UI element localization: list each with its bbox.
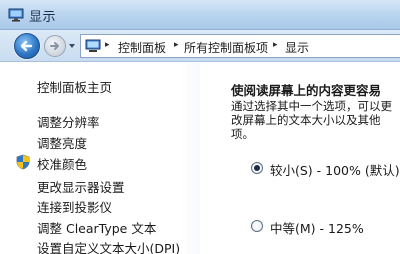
monitor-icon [8, 8, 24, 22]
sidebar-item-adjust-cleartype[interactable]: 调整 ClearType 文本 [37, 218, 156, 237]
breadcrumb-control-panel[interactable]: 控制面板 [118, 39, 166, 56]
sidebar-item-adjust-resolution[interactable]: 调整分辨率 [37, 112, 100, 131]
back-button[interactable] [14, 33, 40, 59]
navigation-bar: ▸ 控制面板 ▸ 所有控制面板项 ▸ 显示 [0, 30, 400, 62]
option-medium-radio[interactable] [251, 220, 263, 232]
main-content: 使阅读屏幕上的内容更容易 通过选择其中一个选项，可以更改屏幕上的文本大小以及其他… [200, 63, 400, 254]
recent-pages-dropdown-icon[interactable] [68, 42, 76, 50]
title-bar: 显示 [0, 0, 400, 30]
sidebar-item-adjust-brightness[interactable]: 调整亮度 [37, 133, 87, 152]
breadcrumb-separator[interactable]: ▸ [105, 40, 110, 50]
section-description: 通过选择其中一个选项，可以更改屏幕上的文本大小以及其他项。 [231, 99, 392, 141]
control-panel-icon [85, 39, 101, 52]
section-title: 使阅读屏幕上的内容更容易 [231, 83, 382, 98]
shield-icon [16, 154, 30, 170]
window-title: 显示 [29, 10, 57, 25]
forward-arrow-icon [50, 42, 59, 50]
sidebar-item-custom-text-size[interactable]: 设置自定义文本大小(DPI) [37, 238, 180, 254]
back-arrow-icon [20, 40, 33, 52]
option-smaller-radio[interactable] [251, 162, 263, 174]
sidebar-item-connect-projector[interactable]: 连接到投影仪 [37, 197, 112, 216]
breadcrumb-all-items[interactable]: 所有控制面板项 [184, 39, 268, 56]
breadcrumb-separator[interactable]: ▸ [174, 40, 179, 50]
sidebar: 控制面板主页 调整分辨率 调整亮度 校准颜色 更改显示器设置 连接到投影仪 调整… [0, 63, 200, 254]
sidebar-item-calibrate-color[interactable]: 校准颜色 [37, 154, 87, 173]
option-smaller-label[interactable]: 较小(S) - 100% (默认) [270, 160, 400, 179]
breadcrumb-display[interactable]: 显示 [285, 39, 309, 56]
sidebar-item-control-panel-home[interactable]: 控制面板主页 [37, 77, 112, 96]
forward-button[interactable] [44, 35, 66, 57]
option-medium-label[interactable]: 中等(M) - 125% [270, 218, 364, 237]
sidebar-item-change-display-settings[interactable]: 更改显示器设置 [37, 177, 125, 196]
breadcrumb-separator[interactable]: ▸ [273, 40, 278, 50]
address-bar[interactable]: ▸ 控制面板 ▸ 所有控制面板项 ▸ 显示 [80, 34, 400, 58]
